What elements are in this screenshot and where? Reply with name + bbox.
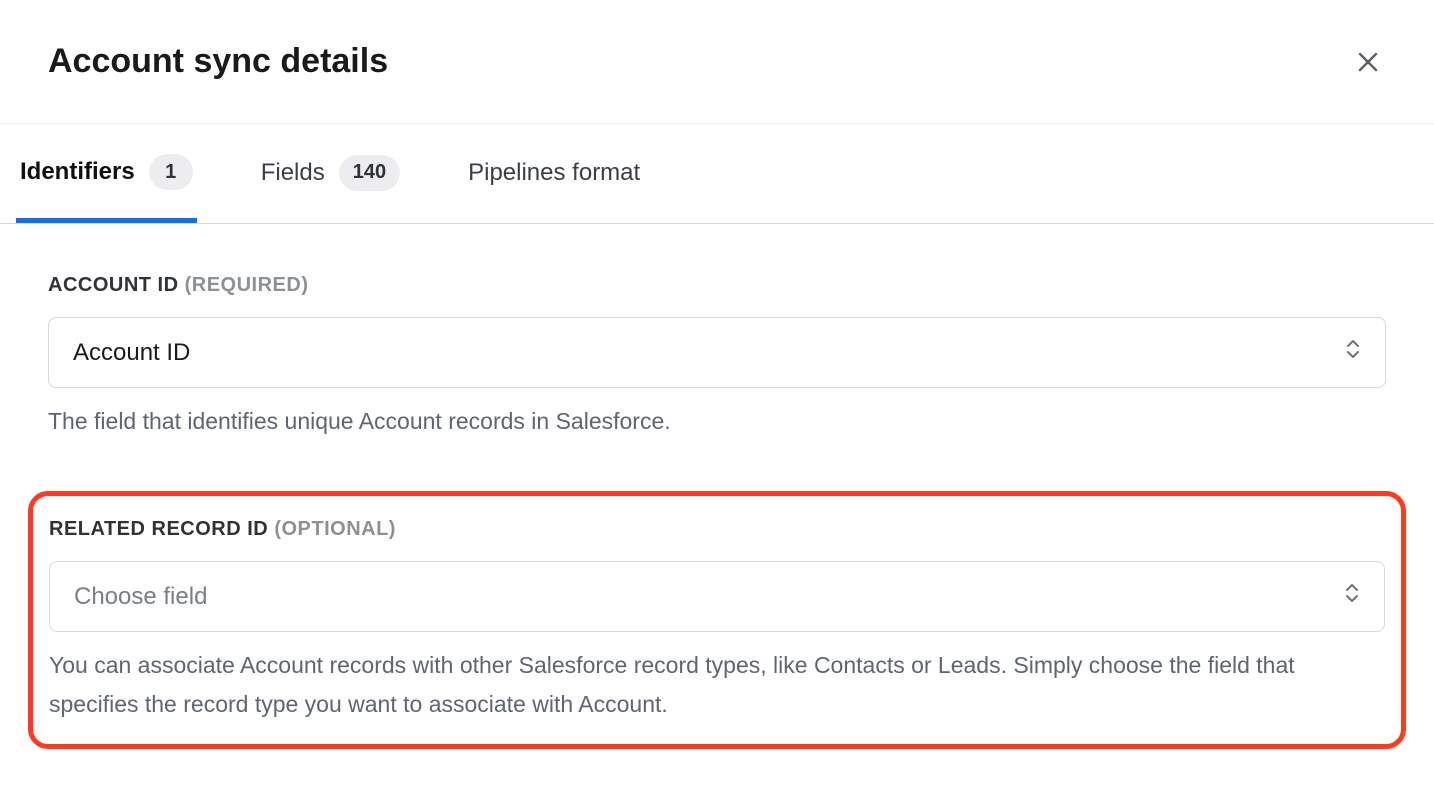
tab-content: ACCOUNT ID (REQUIRED) Account ID The fie…	[0, 224, 1434, 769]
select-value: Account ID	[73, 339, 190, 367]
tab-label: Pipelines format	[468, 159, 640, 187]
account-id-select[interactable]: Account ID	[48, 317, 1386, 388]
label-qualifier: (OPTIONAL)	[274, 518, 396, 540]
chevron-up-down-icon	[1344, 582, 1360, 611]
related-record-id-help: You can associate Account records with o…	[49, 646, 1385, 724]
chevron-up-down-icon	[1345, 338, 1361, 367]
tab-label: Fields	[261, 159, 325, 187]
tab-badge: 140	[339, 155, 400, 191]
account-id-help: The field that identifies unique Account…	[48, 402, 1386, 441]
tab-badge: 1	[149, 154, 193, 190]
account-id-group: ACCOUNT ID (REQUIRED) Account ID The fie…	[48, 274, 1386, 441]
label-text: ACCOUNT ID	[48, 274, 179, 296]
tab-pipelines-format[interactable]: Pipelines format	[464, 129, 644, 219]
close-icon	[1356, 50, 1380, 74]
related-record-id-group: RELATED RECORD ID (OPTIONAL) Choose fiel…	[49, 518, 1385, 724]
related-record-highlight: RELATED RECORD ID (OPTIONAL) Choose fiel…	[28, 491, 1406, 749]
tab-fields[interactable]: Fields 140	[257, 125, 404, 223]
modal-header: Account sync details	[0, 0, 1434, 124]
tab-bar: Identifiers 1 Fields 140 Pipelines forma…	[0, 124, 1434, 224]
related-record-id-label: RELATED RECORD ID (OPTIONAL)	[49, 518, 1385, 541]
label-qualifier: (REQUIRED)	[185, 274, 309, 296]
account-id-label: ACCOUNT ID (REQUIRED)	[48, 274, 1386, 297]
tab-label: Identifiers	[20, 158, 135, 186]
select-placeholder: Choose field	[74, 583, 207, 611]
label-text: RELATED RECORD ID	[49, 518, 268, 540]
related-record-id-select[interactable]: Choose field	[49, 561, 1385, 632]
tab-identifiers[interactable]: Identifiers 1	[16, 124, 197, 223]
page-title: Account sync details	[48, 42, 388, 81]
close-button[interactable]	[1350, 44, 1386, 80]
